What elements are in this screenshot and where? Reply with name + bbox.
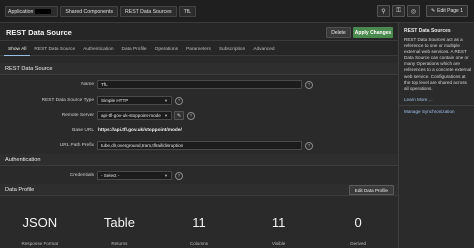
section-rest-data-source: REST Data Source <box>0 63 398 75</box>
delete-button[interactable]: Delete <box>326 27 351 38</box>
sidebar-description: REST Data Sources act as a reference to … <box>404 37 472 91</box>
tab-parameters[interactable]: Parameters <box>182 43 215 56</box>
chevron-down-icon: ▼ <box>164 113 168 118</box>
sidebar-divider <box>399 105 474 106</box>
stat-label: Returns <box>111 241 128 246</box>
manage-sync-link[interactable]: Manage Synchronization <box>404 109 455 114</box>
stat-label: Visible <box>271 241 286 246</box>
breadcrumb-rest-data-sources-label: REST Data Sources <box>124 8 172 15</box>
stat-label: Response Format <box>21 241 59 246</box>
stat-value: Table <box>103 215 135 230</box>
help-icon[interactable]: ? <box>175 96 183 105</box>
stat-visible: 11 Visible <box>239 198 319 248</box>
tab-bar: Show All REST Data Source Authentication… <box>0 43 398 56</box>
tab-advanced[interactable]: Advanced <box>249 43 278 56</box>
type-select[interactable]: Simple HTTP ▼ <box>97 96 172 105</box>
help-icon[interactable]: ? <box>305 80 313 89</box>
tab-data-profile[interactable]: Data Profile <box>118 43 151 56</box>
breadcrumb-application[interactable]: Application <box>5 6 59 17</box>
apply-changes-button[interactable]: Apply Changes <box>353 27 393 38</box>
help-icon[interactable]: ? <box>187 111 195 120</box>
type-value: Simple HTTP <box>101 98 129 103</box>
help-sidebar: REST Data Sources REST Data Sources act … <box>398 23 474 248</box>
edit-page-label: Edit Page 1 <box>437 8 463 14</box>
breadcrumb-shared-components[interactable]: Shared Components <box>60 6 118 17</box>
chevron-down-icon: ▼ <box>164 173 168 178</box>
edit-page-button[interactable]: ✎ Edit Page 1 <box>425 5 468 17</box>
stat-returns: Table Returns <box>80 198 160 248</box>
stat-label: Derived <box>350 241 367 246</box>
stat-value: 11 <box>192 215 206 230</box>
tab-subscription[interactable]: Subscription <box>215 43 249 56</box>
tab-operations[interactable]: Operations <box>151 43 182 56</box>
name-label: Name <box>81 82 94 87</box>
toolbar-icons: ⚲ ⚿ ◎ <box>375 5 420 17</box>
stat-value: 0 <box>354 215 362 230</box>
page-title: REST Data Source <box>6 28 72 37</box>
lock-icon[interactable]: ⚿ <box>392 5 405 17</box>
search-icon[interactable]: ⚲ <box>377 5 390 17</box>
sidebar-heading: REST Data Sources <box>404 28 451 34</box>
row-name: Name TfL ? <box>0 79 398 91</box>
prefix-label: URL Path Prefix <box>59 143 94 148</box>
row-type: REST Data Source Type Simple HTTP ▼ ? <box>0 95 398 107</box>
tab-authentication[interactable]: Authentication <box>79 43 117 56</box>
credentials-value: - Select - <box>101 173 120 178</box>
breadcrumb-rest-data-sources[interactable]: REST Data Sources <box>119 6 177 17</box>
edit-server-icon[interactable]: ✎ <box>174 111 184 120</box>
help-icon[interactable]: ? <box>175 171 183 180</box>
shared-icon[interactable]: ◎ <box>407 5 420 17</box>
section-authentication: Authentication <box>0 154 398 166</box>
learn-more-link[interactable]: Learn More ... <box>404 97 433 102</box>
row-base-url: Base URL https://api.tfl.gov.uk/stoppoin… <box>0 125 398 137</box>
name-input[interactable]: TfL <box>97 80 302 89</box>
server-select[interactable]: api-tfl-gov-uk-stoppoint-mode ▼ <box>97 111 172 120</box>
section-data-profile: Data Profile Edit Data Profile <box>0 184 398 196</box>
breadcrumb: Application Shared Components REST Data … <box>5 5 198 18</box>
stat-columns: 11 Columns <box>159 198 239 248</box>
page-header: REST Data Source Delete Apply Changes <box>0 23 398 41</box>
row-server: Remote Server api-tfl-gov-uk-stoppoint-m… <box>0 110 398 122</box>
tab-show-all[interactable]: Show All <box>4 43 31 56</box>
section-data-profile-label: Data Profile <box>5 186 35 193</box>
breadcrumb-shared-components-label: Shared Components <box>65 8 113 15</box>
stat-derived: 0 Derived <box>318 198 398 248</box>
tab-rest-data-source[interactable]: REST Data Source <box>30 43 79 56</box>
base-url-value: https://api.tfl.gov.uk/stoppoint/mode/ <box>98 128 182 133</box>
credentials-label: Credentials <box>69 173 94 178</box>
edit-page-icon: ✎ <box>430 8 436 14</box>
base-url-label: Base URL <box>72 128 94 133</box>
edit-data-profile-button[interactable]: Edit Data Profile <box>348 185 394 195</box>
top-toolbar: Application Shared Components REST Data … <box>0 0 474 23</box>
stat-value: JSON <box>22 215 58 230</box>
breadcrumb-current: TfL <box>178 6 197 17</box>
server-value: api-tfl-gov-uk-stoppoint-mode <box>101 113 161 118</box>
profile-stats: JSON Response Format Table Returns 11 Co… <box>0 198 398 248</box>
server-label: Remote Server <box>61 113 94 118</box>
stat-value: 11 <box>271 215 286 230</box>
type-label: REST Data Source Type <box>41 98 94 103</box>
breadcrumb-application-label: Application <box>8 8 34 15</box>
row-credentials: Credentials - Select - ▼ ? <box>0 170 398 182</box>
prefix-input[interactable]: tube,dlr,overground,tram,tflrail/disrupt… <box>97 141 302 150</box>
stat-label: Columns <box>189 241 209 246</box>
help-icon[interactable]: ? <box>305 141 313 150</box>
row-prefix: URL Path Prefix tube,dlr,overground,tram… <box>0 140 398 152</box>
credentials-select[interactable]: - Select - ▼ <box>97 171 172 180</box>
redacted-app-name <box>35 9 52 14</box>
stat-response-format: JSON Response Format <box>0 198 80 248</box>
breadcrumb-current-label: TfL <box>183 8 192 15</box>
chevron-down-icon: ▼ <box>164 98 168 103</box>
